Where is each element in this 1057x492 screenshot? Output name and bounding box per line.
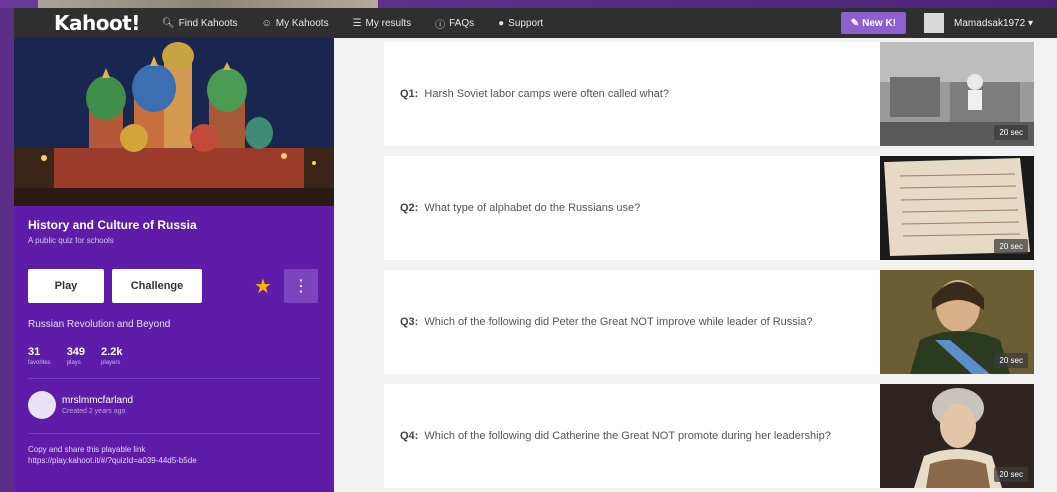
question-image: 20 sec: [880, 384, 1034, 488]
nav-link-label: My results: [365, 17, 412, 29]
stat-players: 2.2k players: [101, 346, 122, 366]
nav-faqs[interactable]: ⓘ FAQs: [435, 16, 474, 31]
stat-plays: 349 plays: [67, 346, 85, 366]
creator-avatar: [28, 391, 56, 419]
question-body: Which of the following did Peter the Gre…: [424, 316, 813, 328]
question-number: Q4:: [400, 430, 419, 442]
nav-my-kahoots[interactable]: ☺ My Kahoots: [262, 18, 329, 29]
stat-label: players: [101, 360, 121, 366]
time-limit-badge: 20 sec: [994, 239, 1028, 254]
more-options-button[interactable]: ⋮: [283, 269, 318, 303]
created-date: Created 2 years ago: [62, 408, 126, 415]
question-text: Q1: Harsh Soviet labor camps were often …: [384, 42, 880, 146]
top-strip: [0, 0, 1057, 8]
stat-favorites: 31 favorites: [28, 346, 51, 366]
play-button[interactable]: Play: [28, 269, 104, 303]
time-limit-badge: 20 sec: [994, 467, 1028, 482]
user-avatar[interactable]: [924, 13, 945, 33]
time-limit-badge: 20 sec: [994, 353, 1028, 368]
question-card[interactable]: Q1: Harsh Soviet labor camps were often …: [384, 42, 1034, 146]
time-limit-badge: 20 sec: [994, 125, 1028, 140]
nav-link-label: Support: [508, 17, 544, 29]
nav-support[interactable]: ● Support: [498, 18, 543, 29]
user-menu[interactable]: Mamadsak1972 ▾: [954, 18, 1033, 29]
question-image: 20 sec: [880, 42, 1034, 146]
question-card[interactable]: Q2: What type of alphabet do the Russian…: [384, 156, 1034, 260]
quiz-details-panel: History and Culture of Russia A public q…: [14, 38, 334, 492]
creator-name: mrslmmcfarland: [62, 395, 134, 406]
nav-link-label: FAQs: [449, 17, 475, 29]
stat-label: favorites: [28, 360, 51, 366]
question-number: Q1:: [400, 88, 419, 100]
question-card[interactable]: Q4: Which of the following did Catherine…: [384, 384, 1034, 488]
chat-icon: ●: [498, 17, 505, 29]
share-link[interactable]: https://play.kahoot.it/#/?quizId=a039-44…: [28, 455, 320, 466]
nav-find-kahoots[interactable]: 🔍︎ Find Kahoots: [162, 18, 238, 29]
username: Mamadsak1972: [954, 17, 1026, 29]
question-text: Q2: What type of alphabet do the Russian…: [384, 156, 880, 260]
favorite-star-icon[interactable]: ★: [254, 274, 272, 299]
divider: [28, 378, 320, 379]
stat-value: 2.2k: [101, 346, 123, 358]
person-icon: ☺: [261, 17, 272, 29]
nav-link-label: My Kahoots: [275, 17, 329, 29]
help-icon: ⓘ: [435, 19, 446, 31]
cover-image: [14, 38, 334, 206]
challenge-button[interactable]: Challenge: [112, 269, 202, 303]
stat-value: 349: [66, 346, 86, 358]
question-text: Q4: Which of the following did Catherine…: [384, 384, 880, 488]
share-section: Copy and share this playable link https:…: [28, 444, 320, 466]
caret-down-icon: ▾: [1027, 17, 1033, 29]
nav-my-results[interactable]: ☰ My results: [353, 18, 412, 29]
quiz-subtitle: A public quiz for schools: [28, 236, 114, 245]
creator-info[interactable]: mrslmmcfarland Created 2 years ago: [28, 391, 320, 419]
kebab-menu-icon: ⋮: [292, 278, 309, 295]
stat-label: plays: [66, 360, 81, 366]
st-basils-cathedral-image: [14, 38, 334, 206]
question-body: Which of the following did Catherine the…: [424, 430, 831, 442]
panel-body: History and Culture of Russia A public q…: [14, 206, 334, 466]
question-body: What type of alphabet do the Russians us…: [424, 202, 641, 214]
top-navbar: Kahoot! 🔍︎ Find Kahoots ☺ My Kahoots ☰ M…: [14, 8, 1057, 38]
questions-list: Q1: Harsh Soviet labor camps were often …: [334, 38, 1057, 492]
question-text: Q3: Which of the following did Peter the…: [384, 270, 880, 374]
new-kahoot-label: New K!: [862, 17, 897, 29]
nav-right: ✎ New K! Mamadsak1972 ▾: [840, 8, 1057, 38]
question-image: 20 sec: [880, 270, 1034, 374]
question-number: Q2:: [400, 202, 419, 214]
divider: [28, 433, 320, 434]
quiz-title: History and Culture of Russia: [28, 218, 197, 232]
nav-link-label: Find Kahoots: [178, 17, 238, 29]
search-icon: 🔍︎: [161, 17, 175, 29]
folder-name[interactable]: Russian Revolution and Beyond: [28, 319, 320, 330]
creator-text: mrslmmcfarland Created 2 years ago: [62, 395, 133, 415]
question-body: Harsh Soviet labor camps were often call…: [424, 88, 669, 100]
question-image: 20 sec: [880, 156, 1034, 260]
question-card[interactable]: Q3: Which of the following did Peter the…: [384, 270, 1034, 374]
edit-icon: ✎: [850, 17, 860, 29]
share-text: Copy and share this playable link: [28, 445, 146, 454]
new-kahoot-button[interactable]: ✎ New K!: [840, 12, 907, 34]
stat-value: 31: [28, 346, 41, 358]
quiz-stats: 31 favorites 349 plays 2.2k players: [28, 346, 320, 366]
list-icon: ☰: [352, 17, 362, 29]
action-row: Play Challenge ★ ⋮: [28, 269, 320, 303]
question-number: Q3:: [400, 316, 419, 328]
kahoot-logo[interactable]: Kahoot!: [54, 11, 140, 35]
top-strip-thumbnail: [38, 0, 378, 8]
